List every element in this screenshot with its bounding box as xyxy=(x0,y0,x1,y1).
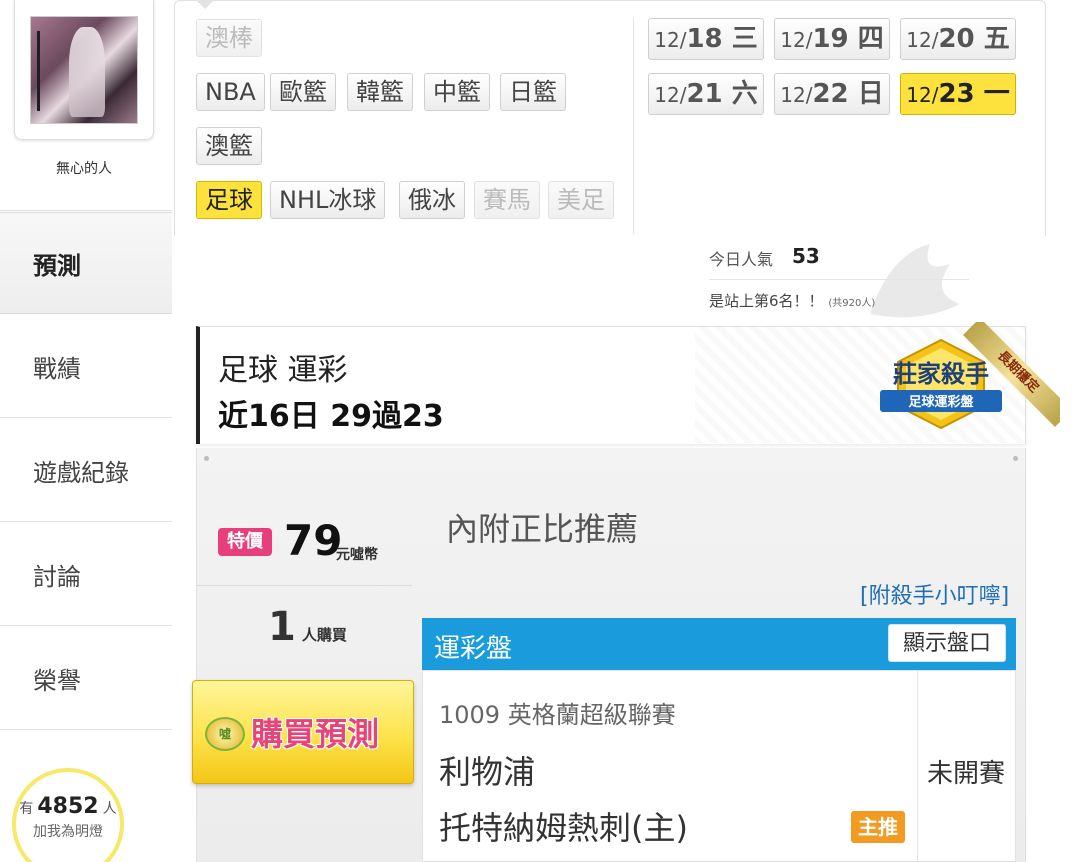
sidebar-item-game-history[interactable]: 遊戲紀錄 xyxy=(0,420,172,522)
date-tab-1223[interactable]: 12/23 一 xyxy=(900,73,1016,115)
stability-ribbon: 長期穩定 xyxy=(950,322,1060,432)
card-record: 近16日 29過23 xyxy=(218,399,444,434)
date-tab-1220[interactable]: 12/20 五 xyxy=(900,18,1016,60)
buy-prediction-label: 購買預測 xyxy=(251,715,380,753)
popularity-value: 53 xyxy=(792,244,820,268)
follow-me-label[interactable]: 加我為明燈 xyxy=(16,821,120,841)
sport-tab-euro-basketball[interactable]: 歐籃 xyxy=(270,73,336,111)
date-day: 19 xyxy=(812,24,849,54)
sport-tab-japan-basketball[interactable]: 日籃 xyxy=(500,73,566,111)
sport-tab-soccer[interactable]: 足球 xyxy=(196,181,262,219)
date-month: 12/ xyxy=(906,83,939,107)
date-tab-1218[interactable]: 12/18 三 xyxy=(648,18,764,60)
date-day: 18 xyxy=(686,24,723,54)
date-month: 12/ xyxy=(780,83,813,107)
panel-separator xyxy=(633,18,634,234)
buyer-count: 1 人購買 xyxy=(268,604,347,650)
date-month: 12/ xyxy=(654,28,687,52)
sidebar-item-label: 預測 xyxy=(33,251,81,280)
status-divider xyxy=(917,671,918,862)
main-pick-badge: 主推 xyxy=(851,811,905,843)
price-unit: 元噓幣 xyxy=(336,547,378,563)
card-title: 足球 運彩 xyxy=(218,353,348,388)
odds-header: 運彩盤 顯示盤口 xyxy=(422,618,1016,670)
buyer-count-suffix: 人購買 xyxy=(301,626,347,644)
price-value: 79 xyxy=(284,516,343,565)
panel-rivet xyxy=(1013,456,1018,461)
killer-tips-link[interactable]: [附殺手小叮嚀] xyxy=(860,578,1009,610)
date-day: 20 xyxy=(938,24,975,54)
date-month: 12/ xyxy=(780,28,813,52)
sport-tab-russia-hockey[interactable]: 俄冰 xyxy=(399,181,465,219)
fans-suffix: 人 xyxy=(102,801,117,817)
sidebar-item-label: 戰績 xyxy=(33,355,81,383)
panel-notch xyxy=(196,0,214,9)
sport-tab-american-football[interactable]: 美足 xyxy=(548,181,614,219)
fans-count-line: 有 4852 人 xyxy=(16,794,120,819)
sidebar-item-label: 遊戲紀錄 xyxy=(33,459,129,487)
date-day: 21 xyxy=(686,79,723,109)
fans-counter[interactable]: 有 4852 人 加我為明燈 xyxy=(12,768,124,862)
user-name[interactable]: 無心的人 xyxy=(14,158,154,178)
price-divider xyxy=(196,585,412,586)
match-league: 1009 英格蘭超級聯賽 xyxy=(439,701,676,729)
date-month: 12/ xyxy=(906,28,939,52)
ribbon-label: 長期穩定 xyxy=(963,322,1060,427)
odds-title: 運彩盤 xyxy=(434,634,513,664)
sport-tab-aus-basketball[interactable]: 澳籃 xyxy=(196,127,262,165)
sport-tab-nhl[interactable]: NHL冰球 xyxy=(270,181,386,219)
show-odds-button[interactable]: 顯示盤口 xyxy=(887,624,1006,662)
date-day: 23 xyxy=(938,79,975,109)
sidebar-item-discuss[interactable]: 討論 xyxy=(0,524,172,626)
buyer-count-value: 1 xyxy=(268,604,296,650)
fans-prefix: 有 xyxy=(19,801,34,817)
sport-tab-aus-baseball[interactable]: 澳棒 xyxy=(196,19,262,57)
rank-label: 是站上第6名！！ xyxy=(709,292,824,310)
date-weekday: 六 xyxy=(722,79,758,109)
fans-count: 4852 xyxy=(37,794,99,819)
avatar[interactable] xyxy=(30,15,138,124)
special-price-tag: 特價 xyxy=(218,528,272,556)
sidebar-item-label: 榮譽 xyxy=(33,667,81,695)
date-weekday: 一 xyxy=(974,79,1010,109)
date-tab-1221[interactable]: 12/21 六 xyxy=(648,73,764,115)
coin-icon: 噓 xyxy=(205,717,245,751)
buy-prediction-button[interactable]: 噓 購買預測 xyxy=(192,680,414,784)
sport-tab-china-basketball[interactable]: 中籃 xyxy=(424,73,490,111)
date-tab-1219[interactable]: 12/19 四 xyxy=(774,18,890,60)
panel-rivet xyxy=(204,456,209,461)
sidebar-item-record[interactable]: 戰績 xyxy=(0,316,172,418)
sidebar-divider xyxy=(0,210,172,211)
date-weekday: 四 xyxy=(848,24,884,54)
date-weekday: 五 xyxy=(974,24,1010,54)
sidebar-item-predict[interactable]: 預測 xyxy=(0,212,172,314)
page-root: 無心的人 預測 戰績 遊戲紀錄 討論 榮譽 有 4852 人 加我為明燈 澳棒 NB… xyxy=(0,0,1080,862)
sport-tab-nba[interactable]: NBA xyxy=(196,73,265,111)
match-status: 未開賽 xyxy=(927,759,1006,789)
match-row: 1009 英格蘭超級聯賽 利物浦 托特納姆熱刺(主) 主推 未開賽 xyxy=(422,670,1016,862)
sidebar-item-honor[interactable]: 榮譽 xyxy=(0,628,172,730)
date-weekday: 三 xyxy=(722,24,758,54)
rank-text: 是站上第6名！！ (共920人) xyxy=(709,290,875,311)
popularity-label: 今日人氣 xyxy=(709,250,774,269)
date-tab-1222[interactable]: 12/22 日 xyxy=(774,73,890,115)
sport-tab-horse-racing[interactable]: 賽馬 xyxy=(474,181,540,219)
offer-note: 內附正比推薦 xyxy=(446,510,639,548)
rank-total: (共920人) xyxy=(828,298,876,309)
popularity-divider xyxy=(709,279,969,280)
date-month: 12/ xyxy=(654,83,687,107)
avatar-card[interactable] xyxy=(14,0,154,140)
match-team-away: 利物浦 xyxy=(439,753,536,791)
sport-tab-korea-basketball[interactable]: 韓籃 xyxy=(347,73,413,111)
date-day: 22 xyxy=(812,79,849,109)
match-team-home: 托特納姆熱刺(主) xyxy=(439,809,688,847)
sidebar-item-label: 討論 xyxy=(33,563,81,591)
date-weekday: 日 xyxy=(848,79,884,109)
